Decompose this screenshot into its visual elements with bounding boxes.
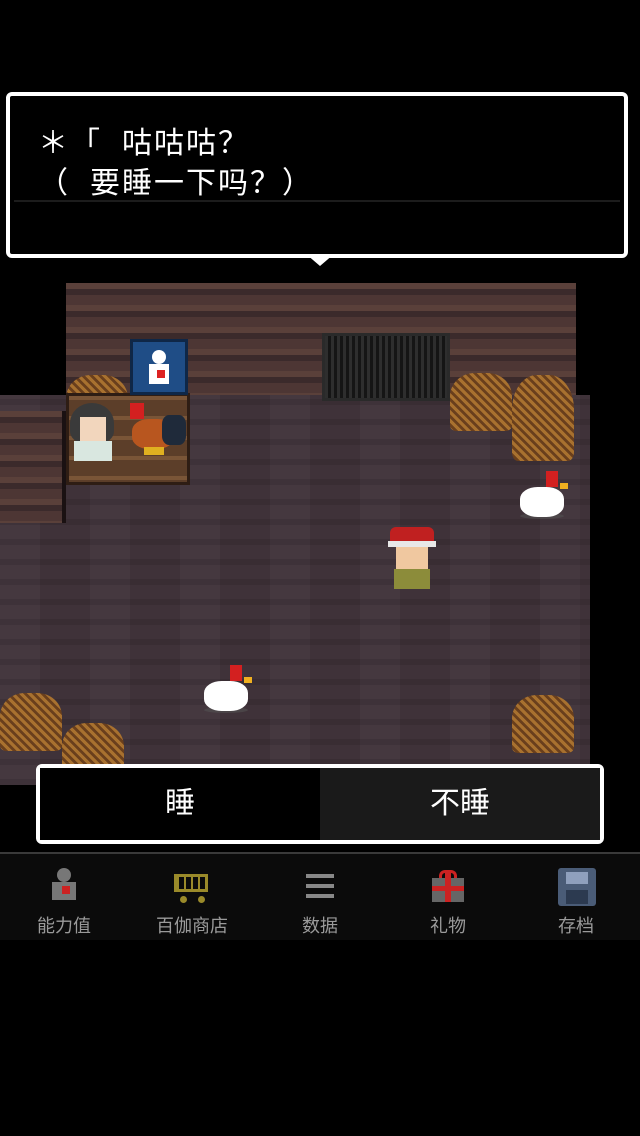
dialog-box[interactable]: ＊「 咕咕咕？ （ 要睡一下吗？） (6, 92, 628, 258)
menu-item-label: 能力值 (37, 916, 91, 937)
status-icon (46, 868, 82, 904)
menu-item-shop[interactable]: 百伽商店 (128, 854, 256, 940)
barn-left-wall (0, 411, 66, 523)
hay-pile (450, 373, 512, 431)
hay-pile (512, 695, 574, 753)
shopkeeper-girl-face (80, 417, 106, 441)
choice-box: 睡 不睡 (36, 764, 604, 844)
menu-item-label: 百伽商店 (156, 916, 228, 937)
choice-not-sleep-button[interactable]: 不睡 (320, 768, 600, 840)
choice-sleep-button[interactable]: 睡 (40, 768, 320, 840)
shopkeeper-girl-body[interactable] (74, 441, 112, 461)
chicken-npc[interactable] (512, 467, 572, 527)
menu-item-label: 存档 (558, 916, 594, 937)
game-scene[interactable] (0, 283, 640, 785)
menu-item-data[interactable]: 数据 (256, 854, 384, 940)
status-sign-icon[interactable] (130, 339, 188, 395)
menu-item-save[interactable]: 存档 (512, 854, 640, 940)
list-icon (302, 868, 338, 904)
dialog-continue-arrow-icon (306, 254, 334, 266)
menu-item-label: 数据 (302, 916, 338, 937)
player-character[interactable] (386, 527, 438, 591)
menu-item-gift[interactable]: 礼物 (384, 854, 512, 940)
rooster-npc[interactable] (126, 401, 188, 459)
hay-pile (512, 375, 574, 461)
hay-pile (0, 693, 62, 751)
save-floppy-icon (558, 868, 596, 906)
barn-doorway (322, 333, 450, 401)
chicken-npc[interactable] (196, 661, 256, 721)
dialog-line-2: （ 要睡一下吗？） (38, 166, 315, 201)
bottom-menu-bar: 能力值 百伽商店 数据 礼物 存档 (0, 852, 640, 940)
menu-item-label: 礼物 (430, 916, 466, 937)
menu-item-status[interactable]: 能力值 (0, 854, 128, 940)
shopping-cart-icon (174, 868, 210, 904)
dialog-line-1: ＊「 咕咕咕？ (38, 126, 251, 161)
dialog-divider (14, 200, 620, 202)
gift-icon (430, 868, 466, 904)
